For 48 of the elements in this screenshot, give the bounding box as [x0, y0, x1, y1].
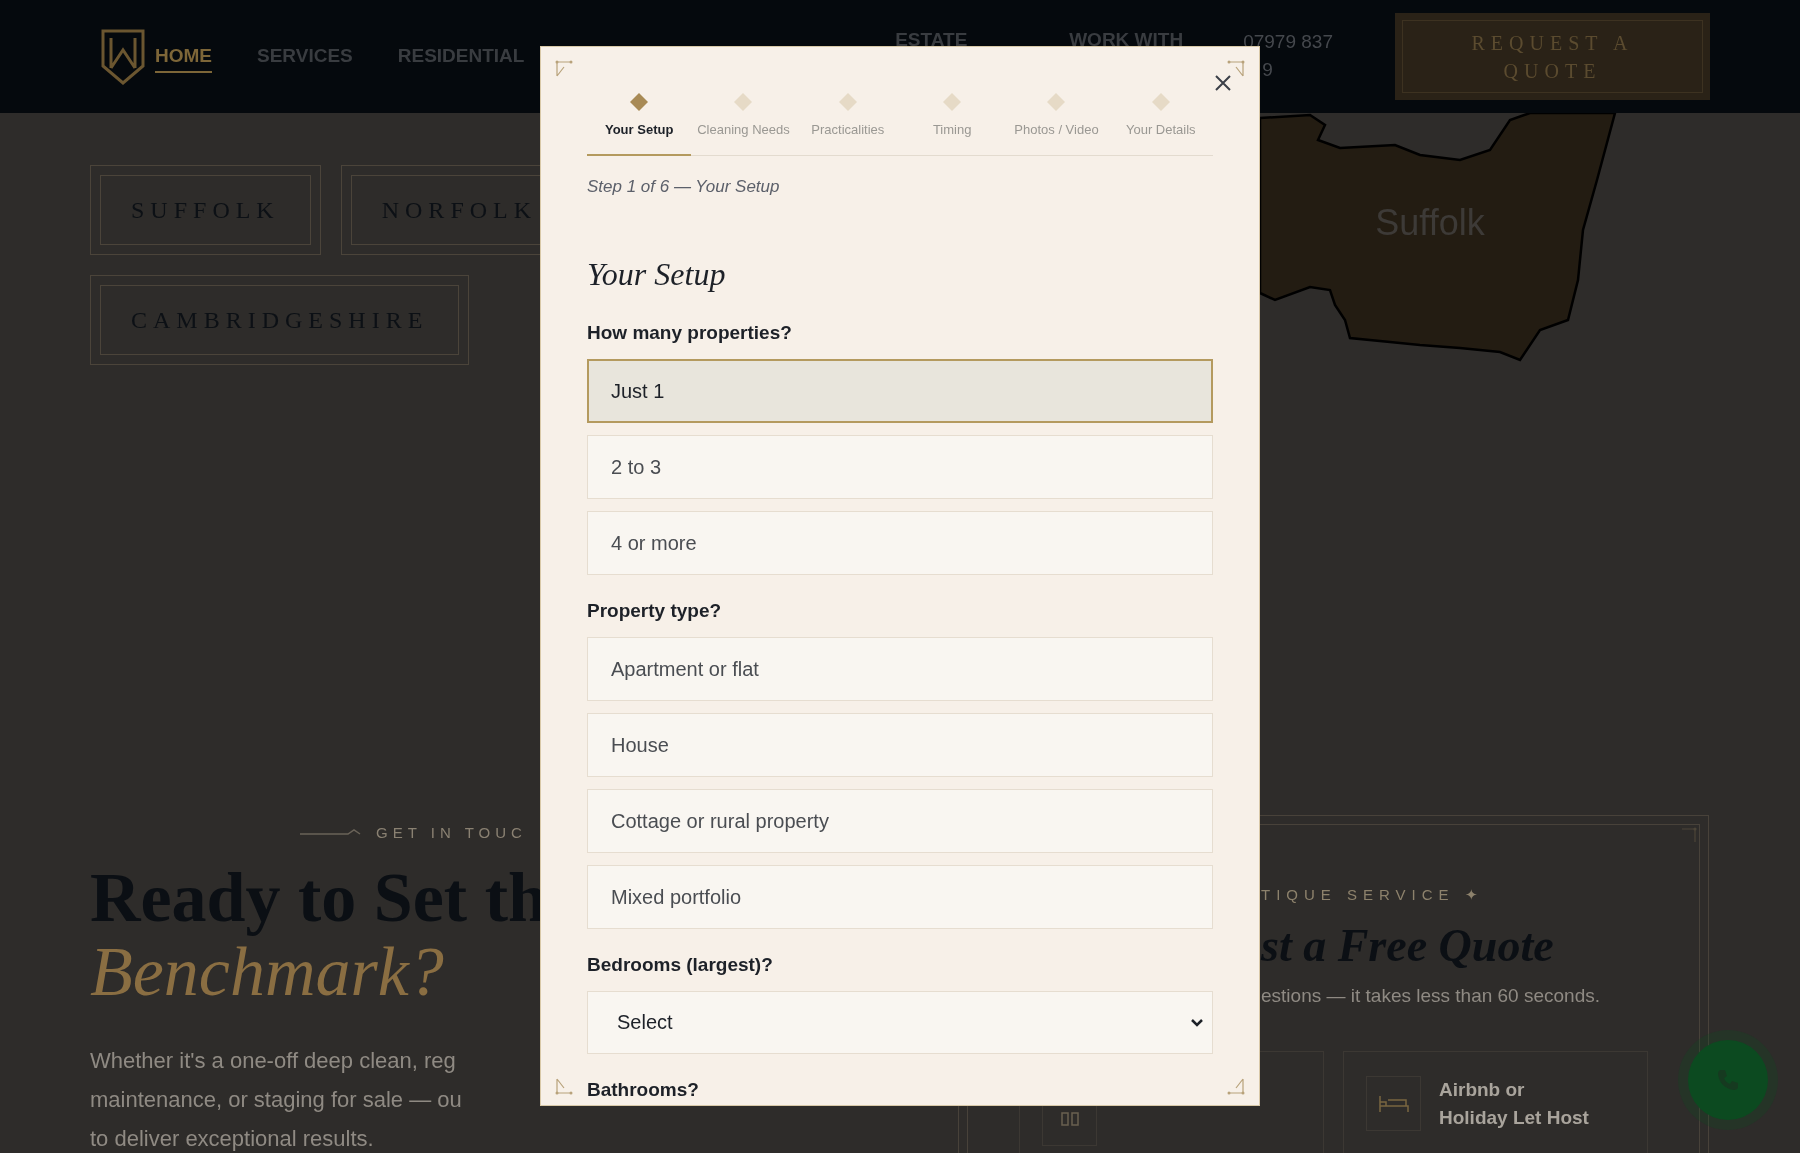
body-text: maintenance, or staging for sale — ou	[90, 1086, 462, 1114]
corner-ornament-icon	[1227, 60, 1245, 78]
bed-icon	[1378, 1094, 1409, 1113]
option-button[interactable]: House	[587, 713, 1213, 777]
diamond-icon	[1150, 92, 1171, 112]
door-icon	[1060, 1111, 1079, 1126]
diamond-icon	[629, 92, 650, 112]
nav-link[interactable]: HOME	[155, 40, 212, 73]
section-title: Benchmark?	[90, 933, 445, 1012]
option-button[interactable]: Mixed portfolio	[587, 865, 1213, 929]
option-button[interactable]: Just 1	[587, 359, 1213, 423]
option-button[interactable]: 4 or more	[587, 511, 1213, 575]
diamond-icon	[837, 92, 858, 112]
diamond-icon	[942, 92, 963, 112]
select-field[interactable]: Select	[587, 991, 1213, 1054]
option-label: Airbnb or	[1439, 1078, 1526, 1102]
section-eyebrow: GET IN TOUC	[376, 823, 527, 843]
step-tab[interactable]: Your Details	[1108, 92, 1213, 156]
step-tab[interactable]: Your Setup	[587, 92, 692, 156]
corner-ornament-icon	[555, 60, 573, 78]
question-label: Property type?	[587, 599, 723, 623]
option-button[interactable]: Cottage or rural property	[587, 789, 1213, 853]
ornament-line	[300, 828, 362, 838]
option-button[interactable]: 2 to 3	[587, 435, 1213, 499]
option-card[interactable]: Airbnb or Holiday Let Host	[1343, 1051, 1648, 1153]
diamond-icon	[733, 92, 754, 112]
body-text: to deliver exceptional results.	[90, 1125, 374, 1153]
card-eyebrow: TIQUE SERVICE ✦	[1260, 885, 1485, 905]
option-button[interactable]: Apartment or flat	[587, 637, 1213, 701]
step-tab[interactable]: Timing	[900, 92, 1005, 156]
corner-ornament-icon	[1681, 827, 1697, 843]
chevron-down-icon	[1190, 1017, 1204, 1028]
step-caption: Step 1 of 6 — Your Setup	[587, 176, 781, 198]
close-icon	[1214, 74, 1232, 92]
corner-ornament-icon	[1227, 1077, 1245, 1095]
body-text: Whether it's a one-off deep clean, reg	[90, 1047, 456, 1075]
diamond-icon	[1046, 92, 1067, 112]
step-tab[interactable]: Cleaning Needs	[691, 92, 796, 156]
card-subtitle: estions — it takes less than 60 seconds.	[1260, 984, 1601, 1008]
question-label: Bedrooms (largest)?	[587, 953, 774, 977]
logo-icon	[100, 27, 146, 86]
question-label: Bathrooms?	[587, 1078, 700, 1102]
question-label: How many properties?	[587, 321, 793, 345]
dialog-title: Your Setup	[587, 255, 727, 294]
step-tab[interactable]: Photos / Video	[1004, 92, 1109, 156]
step-tab[interactable]: Practicalities	[795, 92, 900, 156]
corner-ornament-icon	[555, 1077, 573, 1095]
option-label: Holiday Let Host	[1439, 1106, 1589, 1130]
